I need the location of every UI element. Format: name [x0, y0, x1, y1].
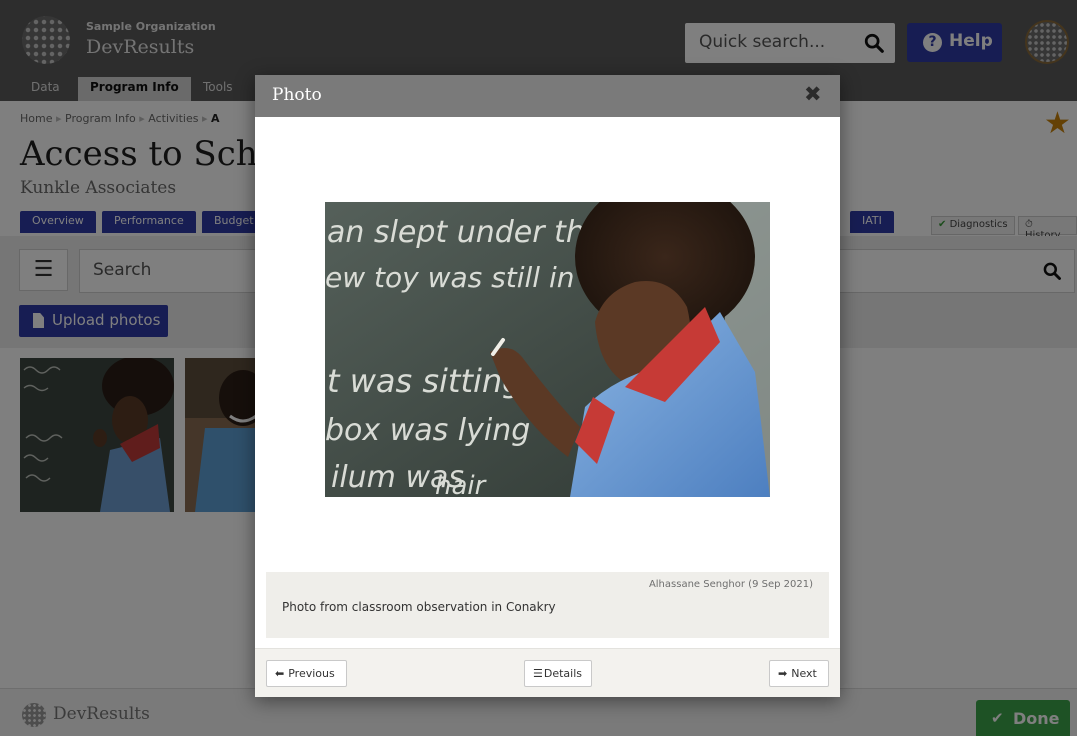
photo-image: an slept under the stars ew toy was stil… [325, 202, 770, 497]
previous-button[interactable]: ⬅ Previous [266, 660, 347, 687]
previous-label: Previous [288, 667, 335, 680]
close-icon[interactable]: ✖ [804, 82, 822, 106]
next-label: Next [791, 667, 817, 680]
arrow-left-icon: ⬅ [275, 667, 285, 680]
modal-title: Photo [272, 85, 322, 105]
photo-credit: Alhassane Senghor (9 Sep 2021) [648, 579, 813, 590]
photo-caption: Photo from classroom observation in Cona… [282, 600, 556, 614]
chalk-line: t was sitting [327, 362, 522, 400]
modal-header: Photo ✖ [255, 75, 840, 117]
chalk-line: hair [435, 471, 488, 497]
classroom-photo: an slept under the stars ew toy was stil… [325, 202, 770, 497]
next-button[interactable]: ➡ Next [769, 660, 829, 687]
list-icon: ☰ [533, 667, 543, 680]
arrow-right-icon: ➡ [778, 667, 788, 680]
photo-modal: Photo ✖ an slept under the stars ew toy … [255, 75, 840, 697]
chalk-line: box was lying [325, 413, 530, 448]
details-label: Details [543, 667, 583, 680]
details-button[interactable]: ☰Details [524, 660, 592, 687]
caption-box: Alhassane Senghor (9 Sep 2021) Photo fro… [266, 572, 829, 638]
